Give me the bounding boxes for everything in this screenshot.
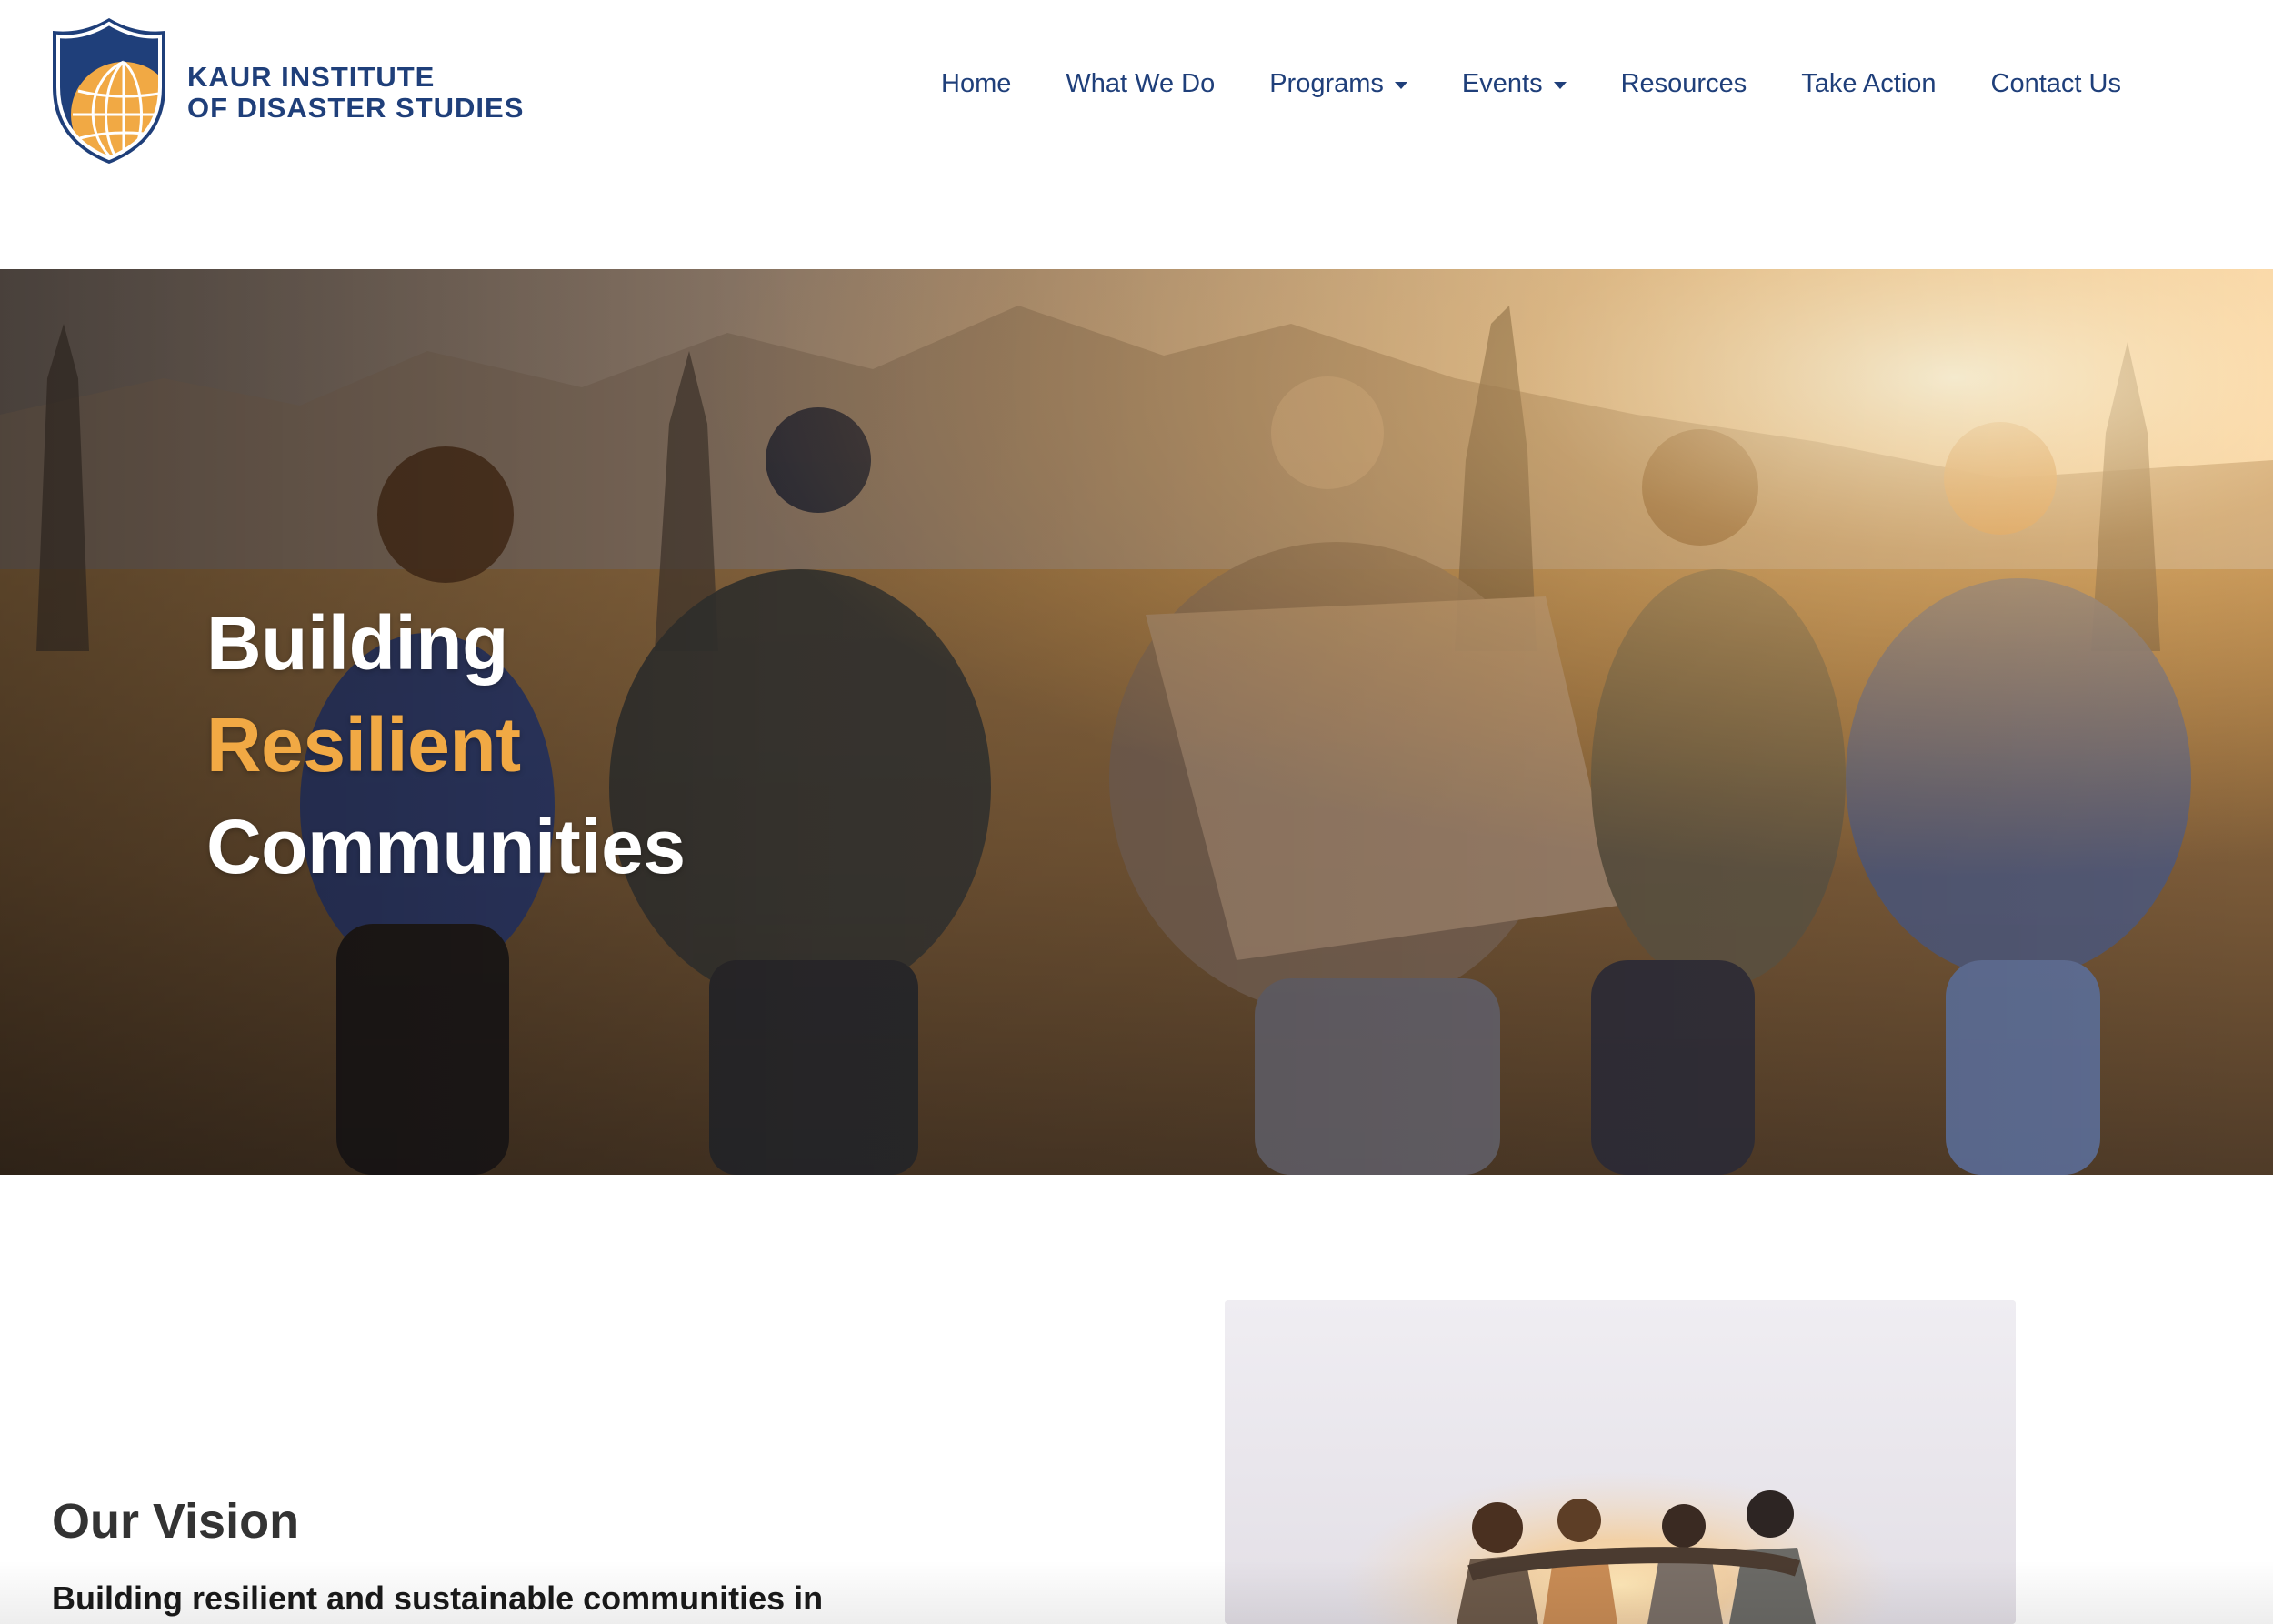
nav-item-take-action[interactable]: Take Action (1801, 69, 1936, 99)
nav-item-label: Contact Us (1990, 68, 2121, 98)
nav-item-home[interactable]: Home (941, 69, 1011, 99)
nav-item-label: Resources (1620, 68, 1747, 98)
nav-item-what-we-do[interactable]: What We Do (1066, 69, 1215, 99)
brand-name-line1: KAUR INSTITUTE (187, 61, 436, 93)
page: KAUR INSTITUTE OF DISASTER STUDIES Home … (0, 0, 2273, 1624)
nav-item-contact-us[interactable]: Contact Us (1991, 69, 2121, 99)
caret-down-icon (1394, 81, 1407, 89)
caret-down-icon (1553, 81, 1567, 89)
vision-description: Building resilient and sustainable commu… (52, 1579, 824, 1617)
vision-heading: Our Vision (52, 1494, 300, 1549)
nav-item-label: Programs (1269, 68, 1384, 98)
globe-shield-icon (53, 18, 165, 164)
main-nav: Home What We Do Programs Events Resource… (941, 64, 2121, 104)
nav-item-label: Events (1461, 68, 1543, 98)
hero-heading: Building Resilient Communities (206, 592, 686, 897)
vision-image (1225, 1300, 2016, 1624)
nav-item-programs[interactable]: Programs (1269, 69, 1407, 99)
hero-banner: Building Resilient Communities (0, 269, 2273, 1175)
hero-heading-line1: Building (206, 600, 508, 686)
logo[interactable]: KAUR INSTITUTE OF DISASTER STUDIES (51, 16, 524, 164)
vision-photo (1225, 1300, 2016, 1624)
site-header: KAUR INSTITUTE OF DISASTER STUDIES Home … (0, 0, 2273, 269)
hero-heading-line3: Communities (206, 804, 686, 889)
hero-heading-line2: Resilient (206, 702, 521, 787)
nav-item-label: What We Do (1066, 68, 1216, 98)
nav-item-label: Home (941, 68, 1012, 98)
nav-item-label: Take Action (1801, 68, 1937, 98)
brand-name-line2: OF DISASTER STUDIES (187, 92, 525, 124)
brand-name: KAUR INSTITUTE OF DISASTER STUDIES (187, 62, 524, 124)
nav-item-resources[interactable]: Resources (1621, 69, 1747, 99)
nav-item-events[interactable]: Events (1462, 69, 1567, 99)
